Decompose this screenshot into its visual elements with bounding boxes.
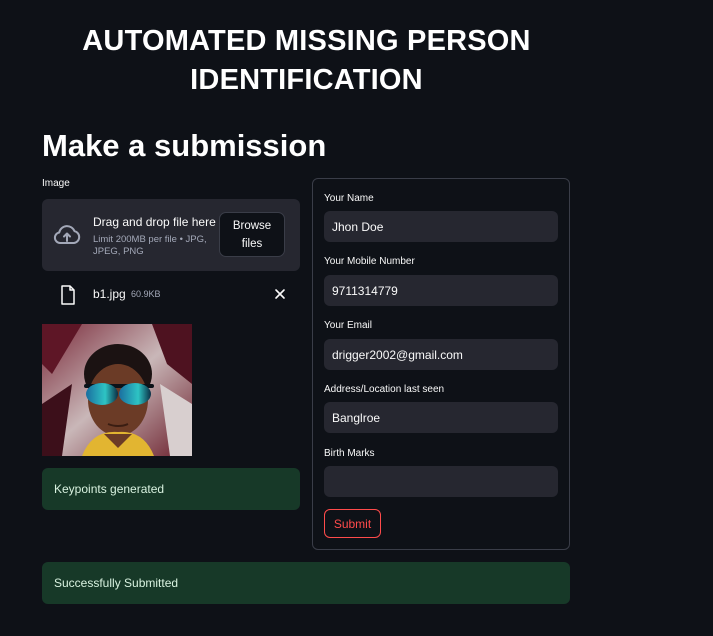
mobile-label: Your Mobile Number [324, 256, 415, 267]
submission-form: Your Name Jhon Doe Your Mobile Number 97… [312, 178, 570, 550]
keypoints-alert: Keypoints generated [42, 468, 300, 510]
success-alert: Successfully Submitted [42, 562, 570, 604]
dropzone-title: Drag and drop file here [93, 215, 216, 229]
birthmarks-label: Birth Marks [324, 448, 375, 459]
uploaded-photo [42, 324, 192, 456]
file-icon [61, 285, 75, 305]
file-name: b1.jpg [93, 287, 126, 301]
cloud-upload-icon [53, 225, 81, 244]
birthmarks-input[interactable] [324, 466, 558, 497]
address-input[interactable]: Banglroe [324, 402, 558, 433]
email-label: Your Email [324, 320, 372, 331]
browse-files-button[interactable]: Browse files [219, 212, 285, 257]
file-dropzone[interactable]: Drag and drop file here Limit 200MB per … [42, 199, 300, 271]
image-upload-section: Image Drag and drop file here Limit 200M… [42, 178, 300, 510]
email-input[interactable]: drigger2002@gmail.com [324, 339, 558, 370]
uploaded-file-row: b1.jpg 60.9KB [42, 282, 300, 308]
name-label: Your Name [324, 193, 374, 204]
mobile-input[interactable]: 9711314779 [324, 275, 558, 306]
file-size: 60.9KB [131, 289, 161, 299]
image-label: Image [42, 178, 70, 189]
dropzone-hint: Limit 200MB per file • JPG, JPEG, PNG [93, 234, 207, 257]
app-title: AUTOMATED MISSING PERSON IDENTIFICATION [82, 25, 531, 96]
close-icon[interactable] [272, 286, 288, 302]
address-label: Address/Location last seen [324, 384, 445, 395]
page-title: Make a submission [42, 128, 327, 163]
name-input[interactable]: Jhon Doe [324, 211, 558, 242]
submit-button[interactable]: Submit [324, 509, 381, 538]
